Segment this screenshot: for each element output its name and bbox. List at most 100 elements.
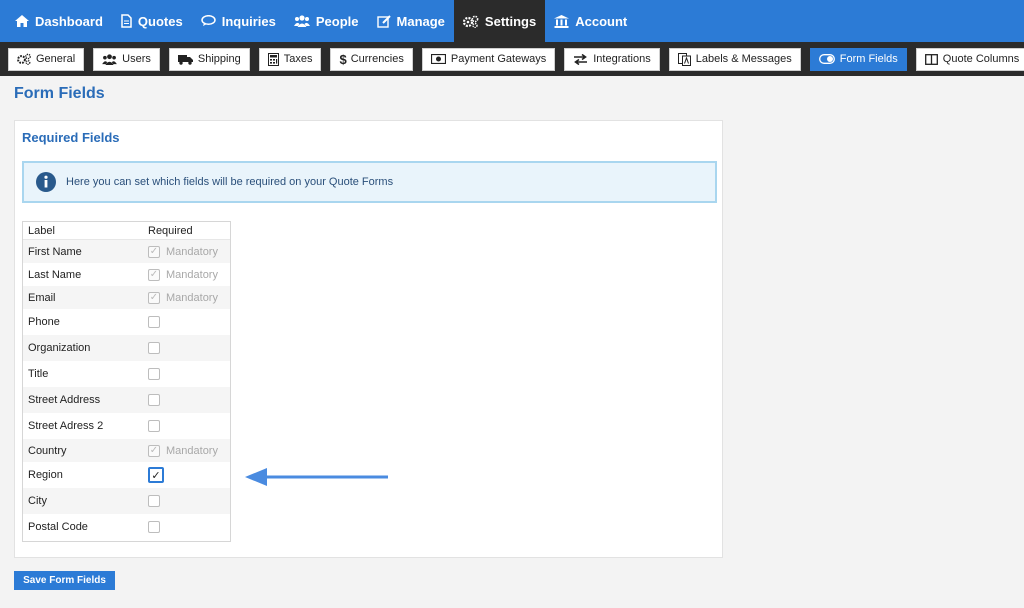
field-label: Street Adress 2	[28, 420, 104, 432]
tab-quote-columns[interactable]: Quote Columns	[915, 47, 1024, 71]
table-row: City	[23, 488, 230, 514]
required-cell	[148, 420, 230, 432]
tab-taxes[interactable]: Taxes	[258, 47, 322, 71]
info-alert: Here you can set which fields will be re…	[22, 161, 717, 203]
table-row: Region ✓	[23, 462, 230, 488]
tab-labels-messages[interactable]: Labels & Messages	[668, 47, 801, 71]
required-checkbox[interactable]	[148, 316, 160, 328]
nav-people-label: People	[315, 13, 359, 29]
tab-payment-gateways-label: Payment Gateways	[450, 53, 547, 65]
tab-shipping-label: Shipping	[197, 53, 241, 65]
required-cell	[148, 521, 230, 533]
field-label: Last Name	[28, 268, 82, 281]
home-icon	[15, 15, 29, 27]
mandatory-note: Mandatory	[166, 268, 218, 281]
calculator-icon	[267, 52, 279, 66]
tab-users[interactable]: Users	[93, 47, 160, 71]
field-label: City	[28, 495, 47, 507]
mandatory-note: Mandatory	[166, 291, 218, 304]
tab-taxes-label: Taxes	[283, 53, 313, 65]
users-icon	[102, 53, 117, 65]
top-navigation: Dashboard Quotes Inquiries People Manage…	[0, 0, 1024, 42]
edit-icon	[376, 14, 391, 28]
save-form-fields-button[interactable]: Save Form Fields	[14, 571, 115, 590]
nav-dashboard-label: Dashboard	[35, 13, 103, 29]
field-label: Country	[28, 444, 67, 457]
panel-title: Required Fields	[22, 130, 120, 145]
tab-general[interactable]: General	[8, 47, 85, 71]
speech-bubble-icon	[200, 15, 216, 26]
table-row: Organization	[23, 335, 230, 361]
required-checkbox[interactable]	[148, 394, 160, 406]
nav-people[interactable]: People	[285, 0, 368, 42]
nav-account[interactable]: Account	[545, 0, 636, 42]
required-checkbox[interactable]	[148, 368, 160, 380]
field-label: Region	[28, 469, 63, 481]
table-row: Email ✓ Mandatory	[23, 286, 230, 309]
tab-labels-messages-label: Labels & Messages	[695, 53, 792, 65]
required-checkbox: ✓	[148, 291, 160, 304]
tab-currencies[interactable]: $ Currencies	[330, 47, 413, 71]
tab-general-label: General	[36, 53, 76, 65]
nav-inquiries[interactable]: Inquiries	[192, 0, 285, 42]
table-row: Street Address	[23, 387, 230, 413]
required-checkbox[interactable]	[148, 495, 160, 507]
required-checkbox[interactable]	[148, 521, 160, 533]
tab-payment-gateways[interactable]: Payment Gateways	[421, 47, 556, 71]
header-required: Required	[148, 224, 193, 237]
tab-shipping[interactable]: Shipping	[168, 47, 250, 71]
table-row: Last Name ✓ Mandatory	[23, 263, 230, 286]
required-cell: ✓	[148, 467, 230, 483]
required-cell	[148, 394, 230, 406]
users-icon	[293, 15, 310, 27]
required-checkbox: ✓	[148, 444, 160, 457]
field-label: Title	[28, 368, 49, 380]
field-label: Phone	[28, 316, 60, 328]
nav-quotes[interactable]: Quotes	[112, 0, 192, 42]
fields-table: Label Required First Name ✓ Mandatory Last …	[22, 221, 231, 542]
required-checkbox[interactable]	[148, 420, 160, 432]
required-cell: ✓ Mandatory	[148, 444, 230, 457]
truck-icon	[177, 54, 193, 65]
field-label: Email	[28, 291, 56, 304]
mandatory-note: Mandatory	[166, 245, 218, 258]
nav-account-label: Account	[575, 13, 628, 29]
translate-icon	[677, 52, 691, 66]
gears-icon	[17, 53, 31, 65]
required-cell	[148, 342, 230, 354]
mandatory-note: Mandatory	[166, 444, 218, 457]
tab-form-fields[interactable]: Form Fields	[809, 47, 907, 71]
settings-subnav: General Users Shipping Taxes $ Currencie…	[0, 42, 1024, 76]
table-row: First Name ✓ Mandatory	[23, 240, 230, 263]
nav-inquiries-label: Inquiries	[221, 13, 276, 29]
table-body: First Name ✓ Mandatory Last Name ✓ Mandatory E…	[23, 240, 230, 540]
page-title: Form Fields	[14, 85, 105, 102]
dollar-icon: $	[339, 51, 347, 67]
nav-dashboard[interactable]: Dashboard	[6, 0, 112, 42]
document-icon	[121, 14, 132, 28]
nav-quotes-label: Quotes	[137, 13, 183, 29]
exchange-icon	[574, 53, 588, 65]
columns-icon	[924, 53, 938, 65]
required-checkbox[interactable]	[148, 342, 160, 354]
table-row: Street Adress 2	[23, 413, 230, 439]
nav-settings-label: Settings	[484, 13, 537, 29]
field-label: Street Address	[28, 394, 101, 406]
required-checkbox: ✓	[148, 245, 160, 258]
tab-users-label: Users	[122, 53, 151, 65]
header-label: Label	[28, 224, 55, 237]
nav-manage[interactable]: Manage	[368, 0, 454, 42]
toggle-icon	[818, 54, 835, 64]
money-icon	[430, 54, 446, 64]
required-checkbox[interactable]: ✓	[148, 467, 164, 483]
field-label: Postal Code	[28, 521, 88, 533]
required-checkbox: ✓	[148, 268, 160, 281]
arrow-annotation	[245, 468, 388, 486]
table-row: Phone	[23, 309, 230, 335]
required-cell	[148, 368, 230, 380]
tab-integrations[interactable]: Integrations	[564, 47, 660, 71]
tab-currencies-label: Currencies	[350, 53, 404, 65]
field-label: Organization	[28, 342, 91, 354]
tab-form-fields-label: Form Fields	[839, 53, 898, 65]
nav-settings[interactable]: Settings	[453, 0, 546, 42]
